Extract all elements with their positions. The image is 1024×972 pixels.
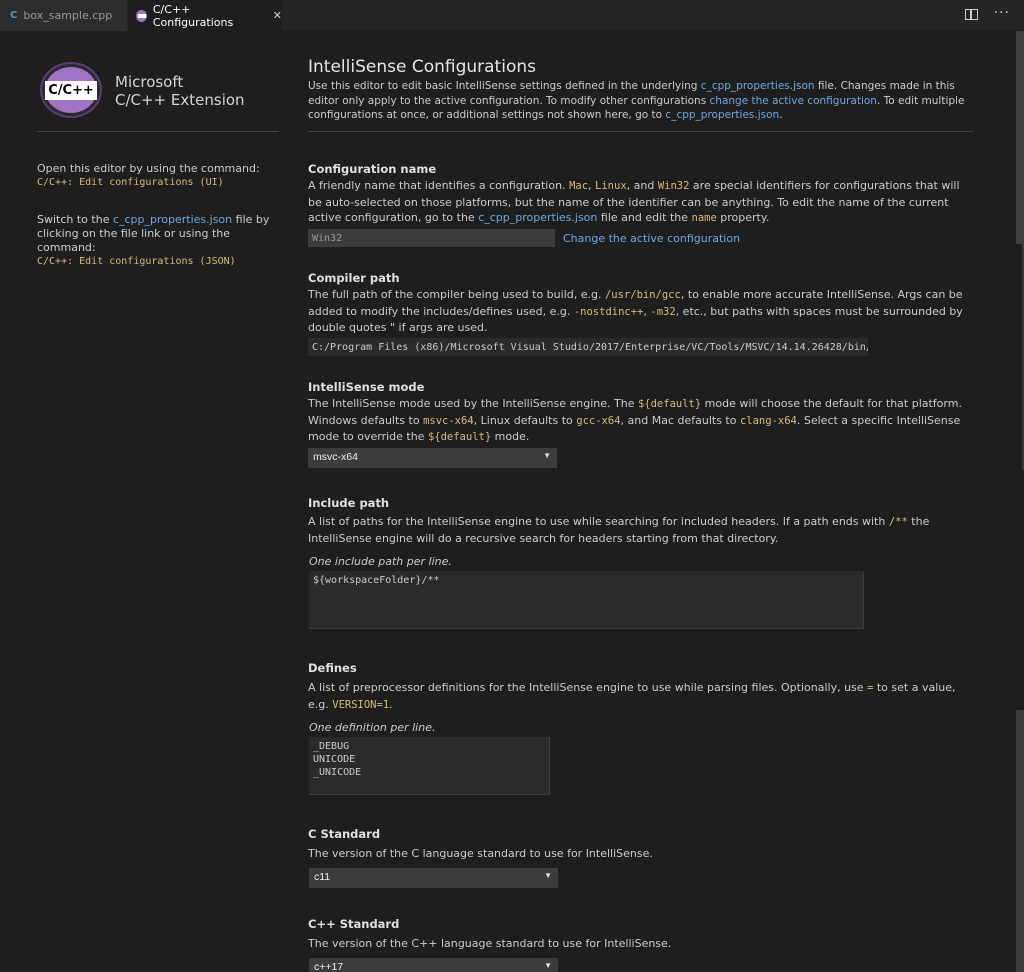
note-text: Open this editor by using the command: bbox=[37, 162, 260, 175]
extension-name-line2: C/C++ Extension bbox=[115, 91, 245, 109]
cpp-extension-icon bbox=[136, 9, 147, 22]
select-value: msvc-x64 bbox=[313, 451, 358, 463]
dropdown-arrow-icon: ▼ bbox=[544, 871, 552, 880]
close-icon[interactable]: ✕ bbox=[273, 9, 282, 22]
change-active-config-link[interactable]: Change the active configuration bbox=[563, 232, 740, 245]
intro-text: Use this editor to edit basic IntelliSen… bbox=[308, 80, 965, 121]
defines-textarea[interactable]: _DEBUG UNICODE _UNICODE bbox=[309, 737, 550, 795]
tab-cpp-configurations[interactable]: C/C++ Configurations ✕ bbox=[128, 0, 282, 31]
cpp-standard-select[interactable]: c++17 ▼ bbox=[309, 958, 558, 972]
divider bbox=[308, 131, 973, 132]
scrollbar-thumb[interactable] bbox=[1016, 31, 1024, 244]
dropdown-arrow-icon: ▼ bbox=[544, 961, 552, 970]
section-desc-include-path: A list of paths for the IntelliSense eng… bbox=[308, 515, 930, 545]
section-title-cpp-standard: C++ Standard bbox=[308, 917, 400, 931]
include-path-hint: One include path per line. bbox=[309, 555, 452, 568]
section-desc-config-name: A friendly name that identifies a config… bbox=[308, 179, 960, 224]
logo-badge: C/C++ bbox=[45, 80, 97, 100]
extension-name-line1: Microsoft bbox=[115, 73, 184, 91]
cpp-extension-logo: C/C++ bbox=[42, 64, 100, 116]
json-command-note: Switch to the c_cpp_properties.json file… bbox=[37, 213, 287, 269]
section-title-config-name: Configuration name bbox=[308, 162, 437, 176]
change-config-link[interactable]: change the active configuration bbox=[710, 95, 877, 107]
tab-label: box_sample.cpp bbox=[23, 9, 113, 22]
divider bbox=[37, 131, 279, 132]
defines-hint: One definition per line. bbox=[309, 721, 436, 734]
editor-tab-bar: C box_sample.cpp C/C++ Configurations ✕ … bbox=[0, 0, 1024, 31]
c-standard-select[interactable]: c11 ▼ bbox=[309, 868, 558, 888]
section-desc-intellisense-mode: The IntelliSense mode used by the Intell… bbox=[308, 397, 962, 443]
c-file-icon: C bbox=[10, 10, 18, 21]
ui-command-note: Open this editor by using the command: C… bbox=[37, 162, 287, 190]
section-desc-compiler-path: The full path of the compiler being used… bbox=[308, 288, 963, 334]
json-file-link[interactable]: c_cpp_properties.json bbox=[701, 80, 815, 92]
section-title-include-path: Include path bbox=[308, 496, 390, 510]
include-path-textarea[interactable]: ${workspaceFolder}/** bbox=[309, 571, 864, 629]
command-text: C/C++: Edit configurations (UI) bbox=[37, 177, 224, 188]
command-text: C/C++: Edit configurations (JSON) bbox=[37, 256, 236, 267]
section-desc-cpp-standard: The version of the C++ language standard… bbox=[308, 937, 672, 950]
page-title: IntelliSense Configurations bbox=[308, 57, 536, 77]
tab-box-sample[interactable]: C box_sample.cpp bbox=[0, 0, 128, 31]
compiler-path-input[interactable]: C:/Program Files (x86)/Microsoft Visual … bbox=[308, 338, 868, 356]
section-title-intellisense-mode: IntelliSense mode bbox=[308, 380, 425, 394]
section-title-compiler-path: Compiler path bbox=[308, 271, 400, 285]
tab-label: C/C++ Configurations bbox=[152, 2, 234, 29]
section-desc-defines: A list of preprocessor definitions for t… bbox=[308, 681, 956, 711]
config-name-input[interactable]: Win32 bbox=[308, 229, 555, 247]
more-actions-icon[interactable]: ··· bbox=[994, 6, 1010, 20]
extension-name: Microsoft C/C++ Extension bbox=[115, 73, 245, 109]
json-file-link[interactable]: c_cpp_properties.json bbox=[665, 109, 779, 121]
scrollbar-thumb[interactable] bbox=[1016, 710, 1024, 972]
section-title-c-standard: C Standard bbox=[308, 827, 381, 841]
select-value: c11 bbox=[314, 871, 331, 883]
select-value: c++17 bbox=[314, 961, 344, 972]
intellisense-mode-select[interactable]: msvc-x64 ▼ bbox=[308, 448, 557, 468]
section-desc-c-standard: The version of the C language standard t… bbox=[308, 847, 653, 860]
dropdown-arrow-icon: ▼ bbox=[543, 451, 551, 460]
section-title-defines: Defines bbox=[308, 661, 357, 675]
json-file-link[interactable]: c_cpp_properties.json bbox=[478, 211, 597, 224]
note-text: Switch to the bbox=[37, 213, 113, 226]
json-file-link[interactable]: c_cpp_properties.json bbox=[113, 213, 232, 226]
split-editor-icon[interactable] bbox=[964, 9, 978, 20]
